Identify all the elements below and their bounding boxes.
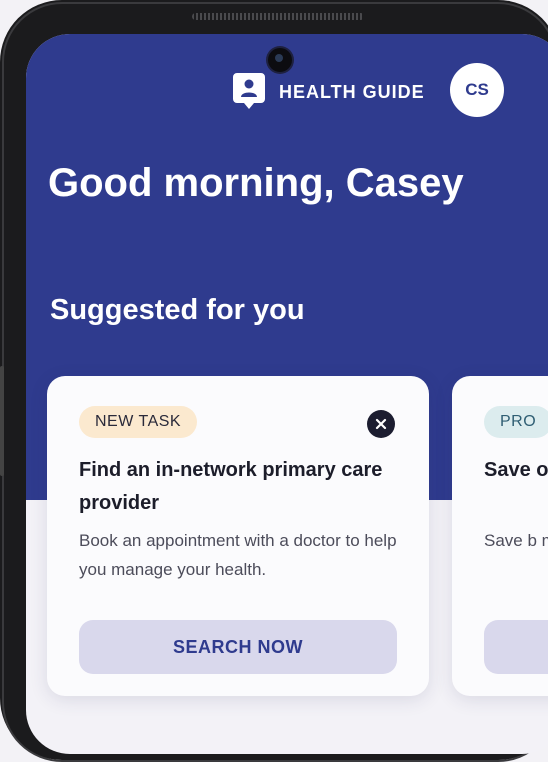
health-guide-button[interactable]: HEALTH GUIDE bbox=[233, 73, 425, 111]
card-title: Find an in-network primary care provider bbox=[79, 459, 383, 514]
phone-frame: HEALTH GUIDE CS Good morning, Casey Sugg… bbox=[0, 0, 548, 762]
suggested-section-title: Suggested for you bbox=[50, 294, 305, 326]
user-avatar[interactable]: CS bbox=[450, 63, 504, 117]
suggestion-card[interactable]: PRO Save on Le Save b medic bbox=[452, 376, 548, 696]
health-guide-label: HEALTH GUIDE bbox=[279, 81, 425, 102]
close-icon[interactable] bbox=[367, 410, 395, 438]
new-task-badge: NEW TASK bbox=[79, 406, 198, 438]
card-description: Book an appointment with a doctor to hel… bbox=[79, 531, 397, 579]
card-action-button[interactable] bbox=[484, 620, 548, 674]
suggestion-card[interactable]: NEW TASK Find an in-network primary care… bbox=[47, 376, 429, 696]
card-description: Save b medic bbox=[484, 531, 548, 550]
greeting-heading: Good morning, Casey bbox=[48, 161, 464, 205]
promo-badge: PRO bbox=[484, 406, 548, 438]
app-screen: HEALTH GUIDE CS Good morning, Casey Sugg… bbox=[26, 34, 548, 754]
speaker-grille bbox=[192, 13, 364, 20]
chat-person-icon bbox=[233, 73, 265, 111]
card-title: Save on Le bbox=[484, 459, 548, 481]
side-button bbox=[0, 366, 4, 476]
search-now-button[interactable]: SEARCH NOW bbox=[79, 620, 397, 674]
front-camera bbox=[268, 48, 292, 72]
